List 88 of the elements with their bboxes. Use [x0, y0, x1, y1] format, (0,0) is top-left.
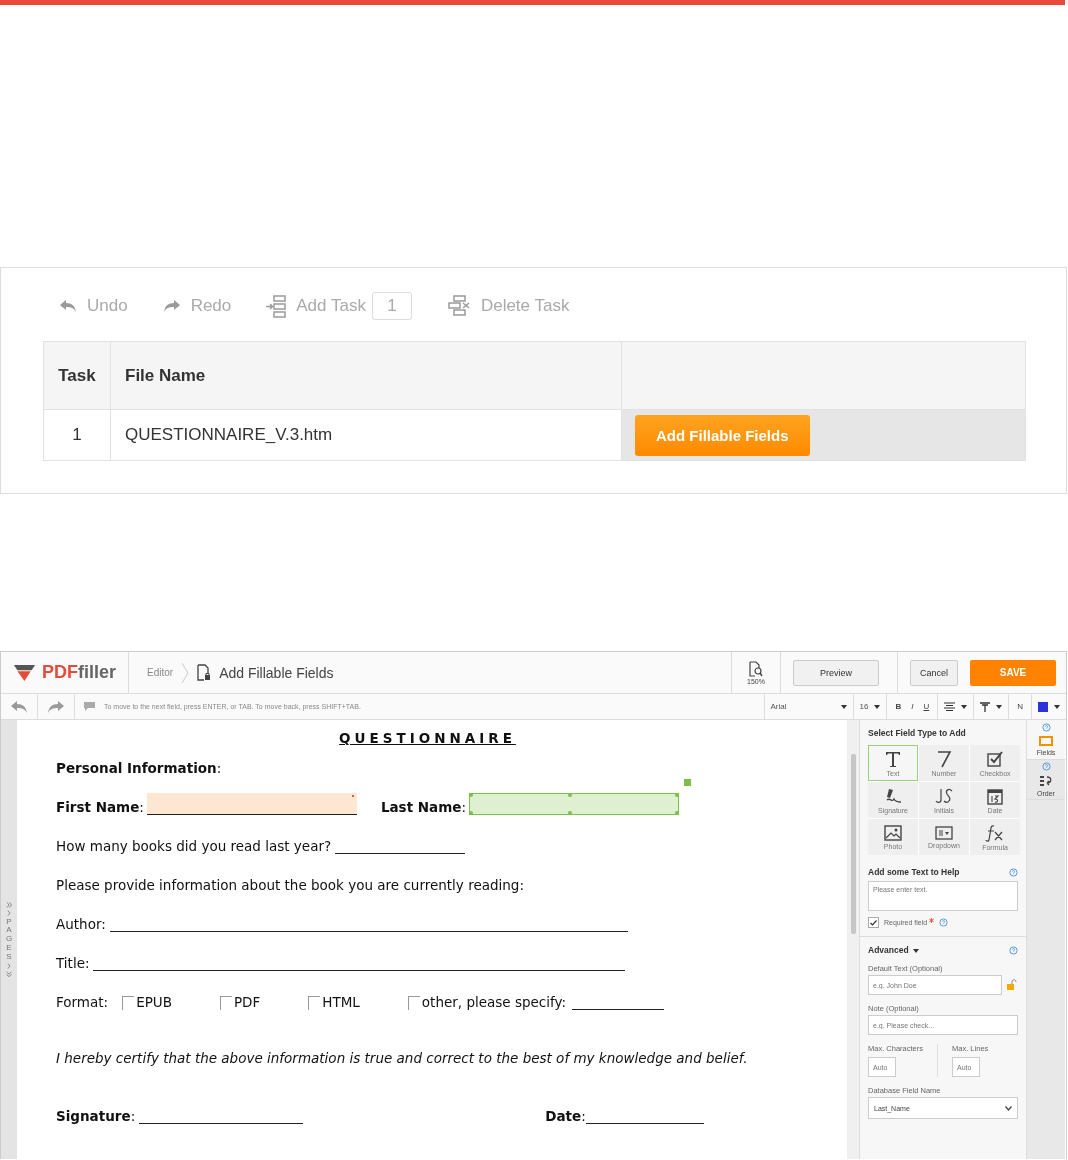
font-dropdown[interactable]: Arial: [763, 694, 853, 719]
checkbox[interactable]: [122, 996, 135, 1010]
logo-text: PDF: [42, 662, 78, 683]
column-header: File Name: [110, 341, 622, 410]
delete-row-icon: [447, 294, 472, 317]
speech-bubble-icon: [83, 701, 96, 712]
field-label: Author:: [56, 916, 106, 932]
cancel-button[interactable]: Cancel: [910, 659, 958, 686]
checkbox[interactable]: [407, 996, 420, 1010]
checkbox[interactable]: [219, 996, 232, 1010]
add-row-icon: [265, 293, 288, 318]
question-text: How many books did you read last year?: [56, 838, 332, 854]
help-icon[interactable]: [1009, 867, 1018, 877]
chevron-down-icon: [1005, 1105, 1012, 1111]
section-heading: Add some Text to Help: [868, 867, 960, 877]
caret-icon[interactable]: [1054, 704, 1060, 709]
asterisk-icon: [929, 917, 935, 923]
preview-button[interactable]: Preview: [793, 659, 879, 686]
caret-icon[interactable]: [874, 704, 881, 709]
table-cell: QUESTIONNAIRE_V.3.htm: [110, 409, 622, 461]
pen-icon: [884, 786, 902, 805]
text-position-icon[interactable]: [980, 701, 991, 712]
field-label: Format:: [56, 994, 109, 1010]
table-cell: 1: [43, 409, 111, 461]
align-center-icon[interactable]: [944, 702, 956, 711]
color-picker[interactable]: [1038, 701, 1048, 712]
help-icon[interactable]: [1041, 723, 1051, 732]
field-label: First Name:: [56, 799, 144, 815]
redo-icon: [46, 698, 66, 715]
calendar-icon: [986, 786, 1004, 805]
breadcrumb-link[interactable]: Editor: [147, 667, 174, 678]
caret-icon[interactable]: [840, 704, 847, 709]
document-title: QUESTIONNAIRE: [338, 730, 517, 746]
dropdown-icon: [935, 825, 953, 840]
fx-icon: [985, 823, 1005, 842]
task-count-field[interactable]: 1: [371, 291, 412, 320]
undo-button[interactable]: Undo: [58, 295, 128, 316]
letter-t-icon: [884, 749, 902, 768]
page-title: Add Fillable Fields: [219, 664, 334, 681]
bold-button[interactable]: B: [893, 702, 904, 711]
scrollbar-thumb[interactable]: [850, 754, 856, 934]
delete-button[interactable]: Delete Task: [447, 294, 570, 317]
help-icon[interactable]: [939, 918, 949, 927]
add-fields-button[interactable]: Add Fillable Fields: [635, 414, 810, 456]
undo-icon: [58, 297, 78, 314]
caret-icon[interactable]: [912, 948, 919, 953]
caret-icon[interactable]: [961, 704, 968, 709]
logo-icon: [13, 662, 36, 683]
checkbox-icon: [986, 749, 1004, 768]
font-size-dropdown[interactable]: 16: [852, 694, 887, 719]
italic-button[interactable]: I: [909, 702, 916, 711]
form-field[interactable]: [146, 793, 357, 815]
field-label: Signature:: [56, 1108, 136, 1124]
section-heading: Personal Information:: [56, 760, 222, 776]
checkbox[interactable]: [868, 917, 879, 928]
chevron-icon: [181, 661, 190, 684]
section-toggle[interactable]: Advanced: [868, 945, 909, 955]
field-label: Title:: [56, 955, 90, 971]
add-button[interactable]: Add Task: [265, 293, 366, 318]
certification-text: I hereby certify that the above information is true and correct to the best of my knowledge and belief.: [56, 1050, 748, 1066]
redo-button[interactable]: Redo: [161, 295, 232, 316]
order-icon: [1039, 775, 1053, 787]
underline-button[interactable]: U: [921, 702, 932, 711]
numeral-icon: [936, 749, 952, 768]
caret-icon[interactable]: [996, 704, 1003, 709]
logo-text: filler: [78, 662, 116, 683]
checkbox[interactable]: [308, 996, 321, 1010]
option-label: EPUB: [136, 994, 172, 1010]
field-label: Last Name:: [380, 799, 466, 815]
text-type-button[interactable]: N: [1015, 702, 1025, 711]
column-header: Task: [43, 341, 111, 410]
image-icon: [884, 824, 902, 841]
save-button[interactable]: SAVE: [970, 659, 1056, 686]
option-label: PDF: [233, 994, 261, 1010]
form-field[interactable]: [469, 793, 679, 815]
redo-icon: [161, 297, 182, 314]
field-label: Date:: [545, 1108, 586, 1124]
undo-icon: [9, 698, 29, 715]
fields-icon: [1039, 736, 1053, 746]
resize-handle[interactable]: [684, 779, 691, 786]
zoom-icon[interactable]: [749, 660, 763, 677]
panel-heading: Select Field Type to Add: [868, 728, 967, 738]
initials-icon: [934, 786, 954, 805]
help-icon[interactable]: [1009, 945, 1018, 955]
question-text: Please provide information about the book you are currently reading:: [56, 877, 524, 893]
document-lock-icon: [197, 664, 212, 681]
option-label: other, please specify:: [421, 994, 567, 1010]
option-label: HTML: [322, 994, 360, 1010]
